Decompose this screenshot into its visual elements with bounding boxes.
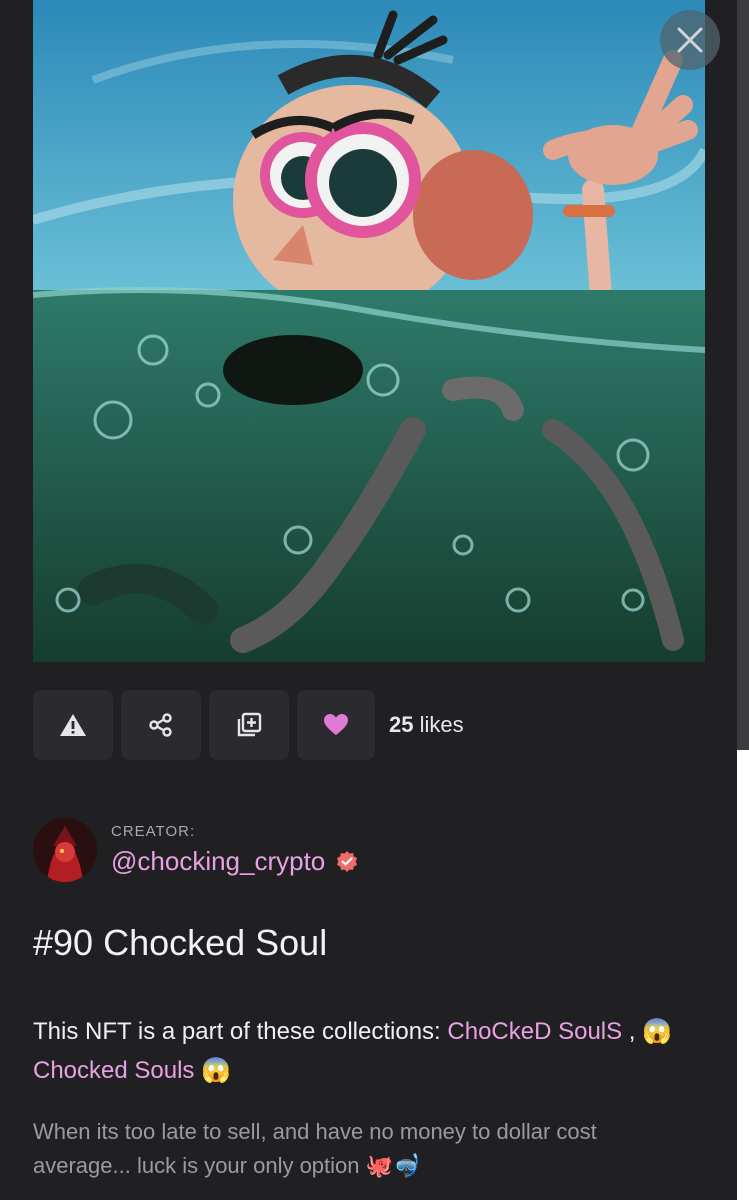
creator-handle-link[interactable]: @chocking_crypto: [111, 846, 325, 877]
share-icon: [149, 713, 172, 737]
likes-count: 25 likes: [389, 712, 464, 738]
scrollbar[interactable]: [737, 0, 749, 750]
creator-label: CREATOR:: [111, 823, 196, 840]
like-button[interactable]: [297, 690, 375, 760]
nft-artwork: [33, 0, 705, 662]
avatar[interactable]: [33, 818, 97, 882]
warning-icon: [60, 714, 86, 736]
collection-link-1[interactable]: ChoCkeD SoulS: [447, 1018, 622, 1045]
nft-description: When its too late to sell, and have no m…: [33, 1119, 597, 1178]
close-icon: [677, 27, 703, 53]
creator-section: CREATOR: @chocking_crypto: [33, 818, 359, 882]
share-button[interactable]: [121, 690, 201, 760]
likes-number: 25: [389, 712, 414, 737]
nft-detail-panel: 25 likes CREATOR: @chocking_crypto #90 C…: [0, 0, 737, 1200]
report-button[interactable]: [33, 690, 113, 760]
add-to-collection-button[interactable]: [209, 690, 289, 760]
action-bar: 25 likes: [33, 690, 464, 760]
collection-separator: ,: [622, 1018, 636, 1045]
nft-title: #90 Chocked Soul: [33, 922, 328, 963]
likes-label: likes: [419, 712, 464, 737]
collections-prefix: This NFT is a part of these collections:: [33, 1018, 441, 1045]
heart-icon: [324, 714, 348, 735]
close-button[interactable]: [660, 10, 720, 70]
collections-text: This NFT is a part of these collections:…: [33, 1012, 673, 1090]
add-to-collection-icon: [237, 712, 262, 737]
verified-icon: [337, 850, 358, 872]
